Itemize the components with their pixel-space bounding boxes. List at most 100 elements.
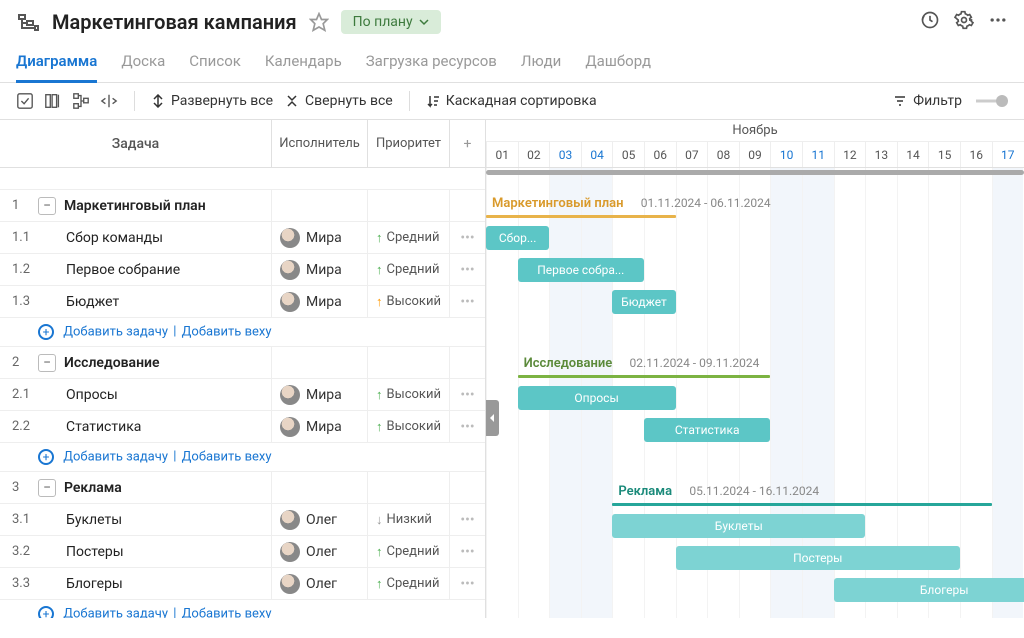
day-03[interactable]: 03: [549, 142, 581, 167]
row-menu[interactable]: •••: [449, 568, 485, 599]
day-14[interactable]: 14: [897, 142, 929, 167]
collapse-panel-handle[interactable]: [486, 400, 499, 436]
row-menu[interactable]: •••: [449, 379, 485, 410]
collapse-toggle[interactable]: −: [38, 197, 56, 215]
priority-cell[interactable]: ↑ Средний: [367, 254, 449, 285]
row-menu[interactable]: •••: [449, 286, 485, 317]
day-13[interactable]: 13: [865, 142, 897, 167]
star-icon[interactable]: [309, 12, 329, 32]
row-menu[interactable]: •••: [449, 254, 485, 285]
row-menu[interactable]: •••: [449, 504, 485, 535]
assignee-cell[interactable]: Мира: [271, 411, 367, 442]
day-09[interactable]: 09: [739, 142, 771, 167]
day-15[interactable]: 15: [928, 142, 960, 167]
add-task-link[interactable]: Добавить задачу: [63, 449, 168, 464]
more-icon[interactable]: [988, 10, 1008, 34]
tab-загрузка ресурсов[interactable]: Загрузка ресурсов: [366, 44, 497, 82]
gantt-bar[interactable]: Сбор...: [486, 226, 549, 250]
priority-cell[interactable]: ↑ Средний: [367, 536, 449, 567]
day-16[interactable]: 16: [960, 142, 992, 167]
group-name[interactable]: Исследование: [64, 355, 271, 371]
tab-дашборд[interactable]: Дашборд: [585, 44, 651, 82]
task-name[interactable]: Блогеры: [38, 576, 271, 592]
task-name[interactable]: Опросы: [38, 387, 271, 403]
task-name[interactable]: Постеры: [38, 544, 271, 560]
row-menu[interactable]: •••: [449, 222, 485, 253]
check-icon[interactable]: [16, 92, 34, 110]
row-menu[interactable]: •••: [449, 411, 485, 442]
day-10[interactable]: 10: [770, 142, 802, 167]
assignee-cell[interactable]: Олег: [271, 536, 367, 567]
hierarchy-icon[interactable]: [72, 92, 90, 110]
priority-cell[interactable]: ↓ Низкий: [367, 504, 449, 535]
day-01[interactable]: 01: [486, 142, 518, 167]
day-04[interactable]: 04: [581, 142, 613, 167]
tab-доска[interactable]: Доска: [121, 44, 165, 82]
summary-bar[interactable]: [518, 375, 771, 378]
column-task[interactable]: Задача: [0, 120, 271, 167]
priority-cell[interactable]: ↑ Высокий: [367, 286, 449, 317]
row-menu[interactable]: •••: [449, 536, 485, 567]
assignee-cell[interactable]: Олег: [271, 568, 367, 599]
task-name[interactable]: Сбор команды: [38, 230, 271, 246]
gantt-bar[interactable]: Бюджет: [612, 290, 675, 314]
day-02[interactable]: 02: [518, 142, 550, 167]
priority-cell[interactable]: ↑ Средний: [367, 222, 449, 253]
add-column-button[interactable]: +: [449, 120, 485, 167]
expand-all-button[interactable]: Развернуть все: [151, 93, 273, 109]
day-05[interactable]: 05: [612, 142, 644, 167]
day-06[interactable]: 06: [644, 142, 676, 167]
task-name[interactable]: Первое собрание: [38, 262, 271, 278]
tab-список[interactable]: Список: [189, 44, 241, 82]
gantt-bar[interactable]: Опросы: [518, 386, 676, 410]
summary-name: Реклама: [618, 484, 672, 499]
assignee-cell[interactable]: Мира: [271, 254, 367, 285]
column-assignee[interactable]: Исполнитель: [271, 120, 367, 167]
day-12[interactable]: 12: [834, 142, 866, 167]
tab-календарь[interactable]: Календарь: [265, 44, 342, 82]
summary-bar[interactable]: [612, 503, 991, 506]
plus-icon: +: [38, 449, 54, 465]
columns-icon[interactable]: [44, 92, 62, 110]
indent-icon[interactable]: [100, 92, 118, 110]
history-icon[interactable]: [920, 10, 940, 34]
gantt-bar[interactable]: Первое собра...: [518, 258, 644, 282]
add-task-link[interactable]: Добавить задачу: [63, 324, 168, 339]
toggle-critical-path[interactable]: [974, 93, 1008, 109]
day-08[interactable]: 08: [707, 142, 739, 167]
summary-bar[interactable]: [486, 215, 676, 218]
day-17[interactable]: 17: [992, 142, 1024, 167]
priority-cell[interactable]: ↑ Высокий: [367, 411, 449, 442]
day-07[interactable]: 07: [676, 142, 708, 167]
add-milestone-link[interactable]: Добавить веху: [182, 606, 272, 618]
priority-cell[interactable]: ↑ Средний: [367, 568, 449, 599]
add-task-link[interactable]: Добавить задачу: [63, 606, 168, 618]
gantt-bar[interactable]: Блогеры: [834, 578, 1024, 602]
tab-диаграмма[interactable]: Диаграмма: [16, 44, 97, 83]
task-name[interactable]: Бюджет: [38, 294, 271, 310]
add-milestone-link[interactable]: Добавить веху: [182, 324, 272, 339]
collapse-toggle[interactable]: −: [38, 354, 56, 372]
collapse-all-button[interactable]: Свернуть все: [285, 93, 393, 109]
assignee-cell[interactable]: Мира: [271, 286, 367, 317]
assignee-cell[interactable]: Мира: [271, 379, 367, 410]
task-name[interactable]: Буклеты: [38, 512, 271, 528]
collapse-toggle[interactable]: −: [38, 479, 56, 497]
assignee-cell[interactable]: Мира: [271, 222, 367, 253]
group-name[interactable]: Маркетинговый план: [64, 198, 271, 214]
gantt-bar[interactable]: Статистика: [644, 418, 770, 442]
priority-cell[interactable]: ↑ Высокий: [367, 379, 449, 410]
add-milestone-link[interactable]: Добавить веху: [182, 449, 272, 464]
gantt-bar[interactable]: Постеры: [676, 546, 960, 570]
group-name[interactable]: Реклама: [64, 480, 271, 496]
tab-люди[interactable]: Люди: [521, 44, 561, 82]
day-11[interactable]: 11: [802, 142, 834, 167]
status-badge[interactable]: По плану: [341, 10, 441, 34]
assignee-cell[interactable]: Олег: [271, 504, 367, 535]
cascade-sort-button[interactable]: Каскадная сортировка: [426, 93, 597, 109]
filter-button[interactable]: Фильтр: [893, 93, 962, 109]
task-name[interactable]: Статистика: [38, 419, 271, 435]
gantt-bar[interactable]: Буклеты: [612, 514, 865, 538]
gear-icon[interactable]: [954, 10, 974, 34]
column-priority[interactable]: Приоритет: [367, 120, 449, 167]
